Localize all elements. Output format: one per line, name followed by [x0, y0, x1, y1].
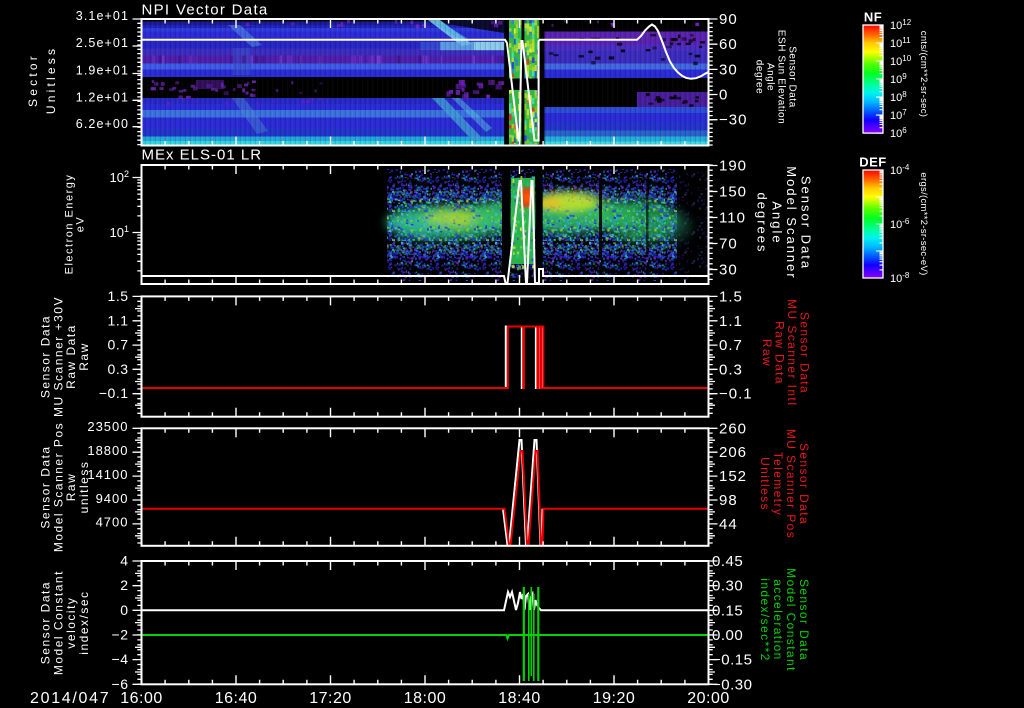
svg-text:Telemetry: Telemetry [771, 452, 785, 517]
svg-text:MU Scanner Pos: MU Scanner Pos [784, 429, 798, 539]
svg-text:eV: eV [74, 216, 86, 232]
svg-text:Sector: Sector [26, 53, 40, 107]
svg-text:44: 44 [719, 516, 738, 533]
svg-text:0: 0 [719, 87, 728, 104]
svg-text:150: 150 [719, 184, 747, 201]
svg-text:14100: 14100 [87, 467, 128, 482]
svg-text:19:20: 19:20 [593, 690, 636, 707]
svg-text:98: 98 [719, 492, 738, 509]
svg-text:2.5e+01: 2.5e+01 [76, 36, 129, 50]
svg-text:−30: −30 [719, 112, 747, 129]
svg-text:NF: NF [864, 10, 882, 25]
svg-text:index/sec: index/sec [77, 590, 91, 654]
svg-text:−2: −2 [112, 627, 129, 643]
svg-text:3.1e+01: 3.1e+01 [76, 9, 129, 23]
svg-text:−0.15: −0.15 [712, 652, 752, 669]
svg-text:Unitless: Unitless [758, 457, 772, 511]
svg-text:0.15: 0.15 [712, 602, 743, 619]
svg-text:Model Constant: Model Constant [784, 568, 798, 672]
svg-text:0.00: 0.00 [712, 627, 743, 644]
svg-text:Sensor Data: Sensor Data [787, 46, 798, 108]
svg-text:1.2e+01: 1.2e+01 [76, 91, 129, 105]
svg-text:Unitless: Unitless [44, 46, 58, 114]
svg-text:NPI Vector Data: NPI Vector Data [142, 2, 269, 19]
svg-text:6.2e+00: 6.2e+00 [76, 117, 129, 131]
svg-text:index/sec**2: index/sec**2 [758, 578, 772, 662]
svg-text:260: 260 [719, 420, 747, 437]
svg-text:18800: 18800 [87, 443, 128, 458]
svg-text:unitless: unitless [77, 461, 91, 514]
svg-text:acceleration: acceleration [771, 579, 785, 661]
svg-text:18:00: 18:00 [404, 690, 447, 707]
svg-text:1.5: 1.5 [108, 288, 129, 304]
svg-text:Sensor Data: Sensor Data [797, 443, 811, 525]
svg-text:cnts/(cm**2-sr-sec): cnts/(cm**2-sr-sec) [918, 31, 929, 117]
svg-text:16:40: 16:40 [215, 690, 258, 707]
svg-text:190: 190 [719, 158, 747, 175]
svg-text:18:40: 18:40 [498, 690, 541, 707]
svg-text:0.7: 0.7 [719, 337, 743, 354]
svg-text:0.3: 0.3 [719, 361, 743, 378]
svg-text:−0.1: −0.1 [719, 386, 753, 403]
svg-text:MEx ELS-01 LR: MEx ELS-01 LR [142, 147, 263, 164]
svg-text:4700: 4700 [96, 515, 129, 530]
svg-text:70: 70 [719, 236, 738, 253]
svg-text:Raw: Raw [77, 342, 91, 371]
svg-text:Angle: Angle [765, 63, 776, 91]
svg-text:1.5: 1.5 [719, 288, 743, 305]
svg-text:2: 2 [120, 577, 128, 593]
svg-text:206: 206 [719, 444, 747, 461]
svg-text:degrees: degrees [755, 193, 770, 254]
svg-text:1.1: 1.1 [108, 312, 129, 328]
svg-text:DEF: DEF [859, 155, 887, 170]
svg-text:16:00: 16:00 [120, 690, 163, 707]
svg-text:30: 30 [719, 61, 738, 78]
svg-text:Sensor Data: Sensor Data [797, 579, 811, 661]
svg-text:Raw: Raw [760, 339, 774, 367]
svg-text:152: 152 [719, 468, 747, 485]
svg-text:0.45: 0.45 [712, 553, 743, 570]
svg-text:ergs/(cm**2-sr-sec-eV): ergs/(cm**2-sr-sec-eV) [918, 172, 929, 275]
svg-text:0: 0 [120, 602, 128, 618]
svg-text:0.3: 0.3 [108, 361, 129, 377]
svg-text:Model Scanner: Model Scanner [784, 166, 799, 279]
svg-text:90: 90 [719, 11, 738, 28]
svg-text:110: 110 [719, 210, 746, 227]
svg-text:−4: −4 [112, 651, 129, 667]
svg-text:Sensor Data: Sensor Data [799, 176, 814, 270]
svg-text:9400: 9400 [96, 491, 129, 506]
svg-text:60: 60 [719, 36, 738, 53]
svg-text:−0.1: −0.1 [99, 385, 129, 401]
svg-text:4: 4 [120, 553, 128, 569]
svg-text:20:00: 20:00 [687, 690, 730, 707]
svg-text:0.30: 0.30 [712, 578, 743, 595]
svg-text:1.1: 1.1 [719, 313, 743, 330]
svg-text:ESH Sun Elevation: ESH Sun Elevation [776, 30, 787, 124]
svg-text:30: 30 [719, 262, 738, 279]
svg-text:0.7: 0.7 [108, 337, 129, 353]
svg-text:17:20: 17:20 [309, 690, 352, 707]
svg-text:Angle: Angle [769, 201, 784, 244]
svg-text:23500: 23500 [87, 419, 128, 434]
svg-text:2014/047: 2014/047 [30, 690, 110, 707]
svg-text:1.9e+01: 1.9e+01 [76, 64, 129, 78]
svg-text:degree: degree [754, 60, 765, 94]
